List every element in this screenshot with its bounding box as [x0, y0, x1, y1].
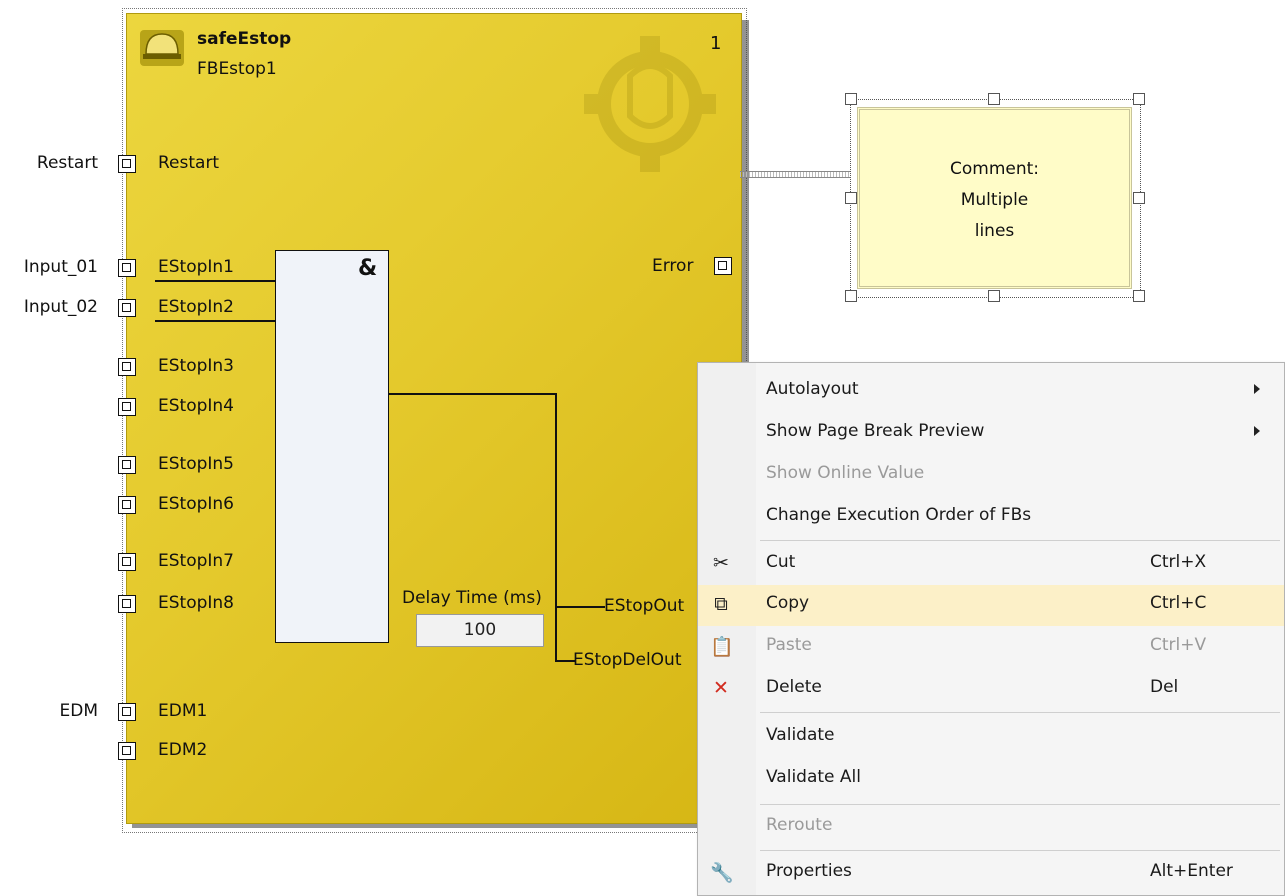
menu-item-label: Paste	[766, 635, 812, 655]
input-pin[interactable]	[118, 398, 136, 416]
port-label: Restart	[158, 153, 220, 173]
menu-item-shortcut: Del	[1150, 677, 1179, 697]
menu-separator	[760, 712, 1280, 713]
menu-item-label: Autolayout	[766, 379, 859, 399]
external-signal-edm: EDM	[59, 701, 99, 721]
menu-item-paste[interactable]: 📋 Paste Ctrl+V	[698, 627, 1284, 668]
port-label: EDM2	[158, 740, 208, 760]
menu-item-change-execution-order[interactable]: Change Execution Order of FBs	[698, 497, 1284, 538]
gear-watermark-icon	[584, 36, 716, 172]
menu-item-shortcut: Ctrl+V	[1150, 635, 1207, 655]
function-block-instance-name: FBEstop1	[197, 59, 277, 79]
copy-icon: ⧉	[714, 593, 728, 615]
resize-handle[interactable]	[988, 290, 1000, 302]
menu-item-shortcut: Alt+Enter	[1150, 861, 1233, 881]
delay-time-input[interactable]: 100	[416, 614, 544, 647]
menu-item-label: Copy	[766, 593, 810, 613]
scissors-icon: ✂	[713, 552, 729, 574]
resize-handle[interactable]	[845, 93, 857, 105]
wire	[555, 606, 605, 608]
menu-item-label: Validate All	[766, 767, 861, 787]
execution-order-number: 1	[710, 33, 722, 54]
resize-handle[interactable]	[845, 290, 857, 302]
and-gate-symbol: &	[358, 256, 378, 281]
menu-item-autolayout[interactable]: Autolayout	[698, 371, 1284, 412]
menu-item-label: Change Execution Order of FBs	[766, 505, 1032, 525]
function-block-type: safeEstop	[197, 29, 292, 49]
input-pin[interactable]	[118, 299, 136, 317]
menu-item-label: Validate	[766, 725, 835, 745]
wrench-icon: 🔧	[710, 862, 734, 884]
input-pin[interactable]	[118, 155, 136, 173]
menu-item-label: Delete	[766, 677, 822, 697]
input-pin[interactable]	[118, 496, 136, 514]
menu-item-shortcut: Ctrl+C	[1150, 593, 1207, 613]
resize-handle[interactable]	[988, 93, 1000, 105]
input-pin[interactable]	[118, 742, 136, 760]
input-pin[interactable]	[118, 595, 136, 613]
resize-handle[interactable]	[1133, 290, 1145, 302]
menu-item-validate-all[interactable]: Validate All	[698, 759, 1284, 800]
input-pin[interactable]	[118, 553, 136, 571]
wire	[155, 280, 275, 282]
menu-item-show-online-value[interactable]: Show Online Value	[698, 455, 1284, 496]
port-label: EStopIn1	[158, 257, 234, 277]
output-pin-error[interactable]	[714, 257, 732, 275]
port-label: EStopIn6	[158, 494, 234, 514]
menu-item-label: Show Online Value	[766, 463, 925, 483]
port-label: EStopIn8	[158, 593, 234, 613]
menu-item-delete[interactable]: ✕ Delete Del	[698, 669, 1284, 710]
port-label: EDM1	[158, 701, 208, 721]
menu-item-label: Reroute	[766, 815, 833, 835]
input-pin[interactable]	[118, 456, 136, 474]
wire	[389, 393, 556, 395]
input-pin[interactable]	[118, 703, 136, 721]
output-label-error: Error	[652, 256, 694, 276]
menu-separator	[760, 540, 1280, 541]
wire	[155, 320, 275, 322]
wire	[555, 393, 557, 661]
port-label: EStopIn4	[158, 396, 234, 416]
port-label: EStopIn2	[158, 297, 234, 317]
menu-separator	[760, 804, 1280, 805]
menu-item-label: Cut	[766, 552, 796, 572]
output-label-estop-out: EStopOut	[604, 596, 685, 616]
context-menu: Autolayout Show Page Break Preview Show …	[697, 362, 1285, 896]
menu-item-copy[interactable]: ⧉ Copy Ctrl+C	[698, 585, 1284, 626]
menu-item-label: Properties	[766, 861, 852, 881]
delay-time-label: Delay Time (ms)	[402, 588, 542, 608]
port-label: EStopIn3	[158, 356, 234, 376]
comment-line: Multiple	[960, 190, 1029, 210]
external-signal-restart: Restart	[36, 153, 98, 173]
menu-item-shortcut: Ctrl+X	[1150, 552, 1207, 572]
external-signal-input-02: Input_02	[23, 297, 98, 317]
paste-icon: 📋	[710, 636, 734, 658]
wire	[555, 660, 575, 662]
output-label-estop-del-out: EStopDelOut	[573, 650, 682, 670]
menu-item-properties[interactable]: 🔧 Properties Alt+Enter	[698, 853, 1284, 894]
menu-item-cut[interactable]: ✂ Cut Ctrl+X	[698, 544, 1284, 585]
menu-item-show-page-break-preview[interactable]: Show Page Break Preview	[698, 413, 1284, 454]
safety-helmet-icon	[140, 30, 184, 66]
input-pin[interactable]	[118, 259, 136, 277]
menu-separator	[760, 850, 1280, 851]
resize-handle[interactable]	[1133, 93, 1145, 105]
and-gate[interactable]	[275, 250, 389, 643]
resize-handle[interactable]	[845, 192, 857, 204]
menu-item-reroute[interactable]: Reroute	[698, 807, 1284, 848]
menu-item-validate[interactable]: Validate	[698, 717, 1284, 758]
comment-line: lines	[974, 221, 1015, 241]
delete-x-icon: ✕	[713, 677, 729, 699]
port-label: EStopIn5	[158, 454, 234, 474]
input-pin[interactable]	[118, 358, 136, 376]
external-signal-input-01: Input_01	[23, 257, 98, 277]
comment-connector	[740, 171, 850, 178]
submenu-arrow-icon	[1254, 384, 1260, 394]
comment-line: Comment:	[949, 159, 1040, 179]
port-label: EStopIn7	[158, 551, 234, 571]
resize-handle[interactable]	[1133, 192, 1145, 204]
menu-item-label: Show Page Break Preview	[766, 421, 985, 441]
submenu-arrow-icon	[1254, 426, 1260, 436]
comment-box[interactable]: Comment: Multiple lines	[857, 107, 1132, 289]
